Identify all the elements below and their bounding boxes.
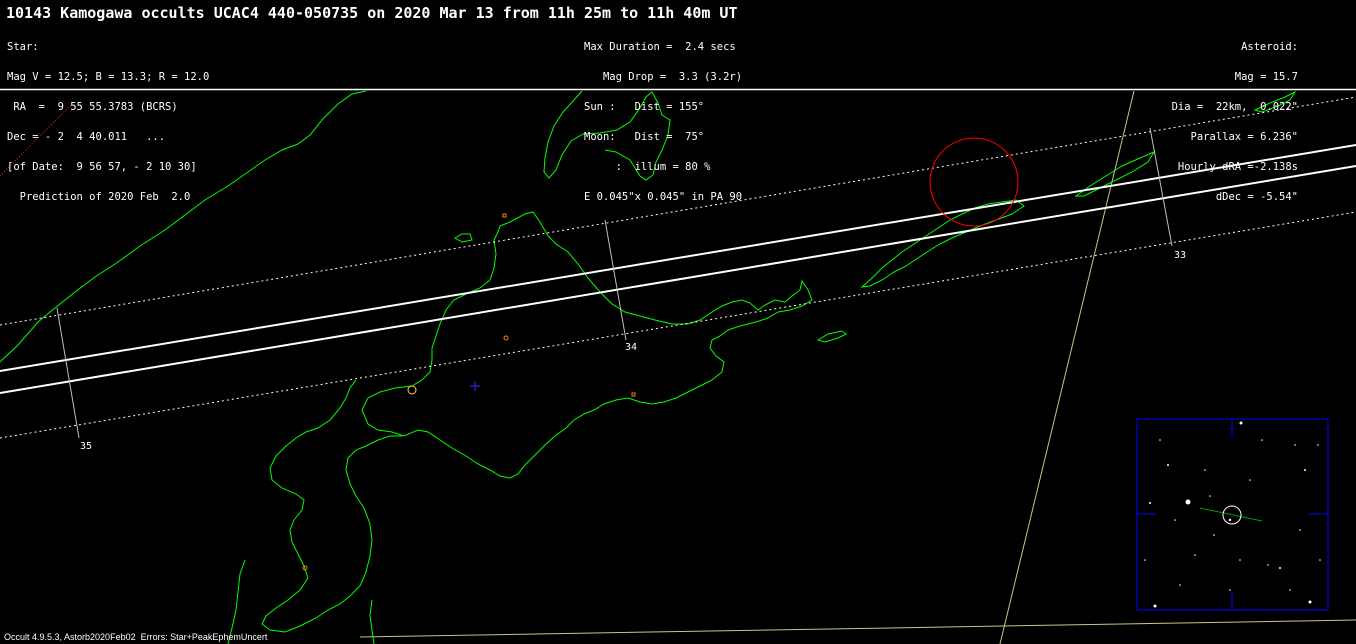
- site-marker-1: [502, 213, 507, 218]
- coast-bottom-right-strip: [369, 599, 375, 644]
- path-sigma-south: [0, 211, 1356, 439]
- star-info-line: RA = 9 55 55.3783 (BCRS): [7, 101, 178, 113]
- grid-line-bottom: [359, 619, 1356, 638]
- tick-line-34: [604, 219, 627, 341]
- coast-main-island: [361, 211, 813, 479]
- island-small-2: [816, 330, 847, 343]
- star-info-line: Dec = - 2 4 40.011 ...: [7, 131, 166, 143]
- occultation-map: 10143 Kamogawa occults UCAC4 440-050735 …: [0, 0, 1356, 644]
- page-title: 10143 Kamogawa occults UCAC4 440-050735 …: [6, 4, 738, 22]
- star-info-block: Star: Mag V = 12.5; B = 13.3; R = 12.0 R…: [7, 22, 209, 222]
- asteroid-info-line: Asteroid:: [1241, 41, 1298, 53]
- event-info-line: Sun : Dist = 155°: [584, 101, 705, 113]
- star-field-inset: [1136, 418, 1329, 611]
- asteroid-info-line: Dia = 22km, 0.022": [1171, 101, 1298, 113]
- site-marker-3: [631, 392, 636, 397]
- tick-line-35: [56, 307, 80, 439]
- event-info-line: Moon: Dist = 75°: [584, 131, 705, 143]
- event-info-line: Mag Drop = 3.3 (3.2r): [584, 71, 743, 83]
- coast-lower-left: [261, 379, 402, 633]
- software-footer: Occult 4.9.5.3, Astorb2020Feb02 Errors: …: [4, 632, 268, 642]
- tick-label-35: 35: [80, 441, 93, 452]
- asteroid-info-block: Asteroid: Mag = 15.7 Dia = 22km, 0.022" …: [1172, 22, 1298, 222]
- red-circle-marker: [929, 137, 1019, 227]
- asteroid-info-line: Hourly dRA =-2.138s: [1177, 161, 1298, 173]
- site-marker-2: [503, 335, 509, 341]
- star-info-line: [of Date: 9 56 57, - 2 10 30]: [7, 161, 197, 173]
- center-cross: [470, 381, 480, 391]
- event-info-line: : illum = 80 %: [584, 161, 711, 173]
- site-markers: [302, 213, 636, 571]
- event-info-line: Max Duration = 2.4 secs: [584, 41, 736, 53]
- asteroid-info-line: Mag = 15.7: [1234, 71, 1298, 83]
- tick-line-33: [1149, 127, 1173, 247]
- observer-circle: [407, 385, 417, 395]
- island-small-1: [453, 233, 473, 243]
- event-info-block: Max Duration = 2.4 secs Mag Drop = 3.3 (…: [584, 22, 742, 222]
- tick-label-34: 34: [625, 342, 638, 353]
- star-info-line: Mag V = 12.5; B = 13.3; R = 12.0: [7, 71, 210, 83]
- star-info-line: Star:: [7, 41, 39, 53]
- star-info-line: Prediction of 2020 Feb 2.0: [7, 191, 191, 203]
- tick-label-33: 33: [1174, 250, 1187, 261]
- event-info-line: E 0.045"x 0.045" in PA 90: [584, 191, 743, 203]
- grid-line-vertical: [999, 90, 1135, 644]
- asteroid-info-line: dDec = -5.54": [1215, 191, 1298, 203]
- asteroid-info-line: Parallax = 6.236": [1190, 131, 1298, 143]
